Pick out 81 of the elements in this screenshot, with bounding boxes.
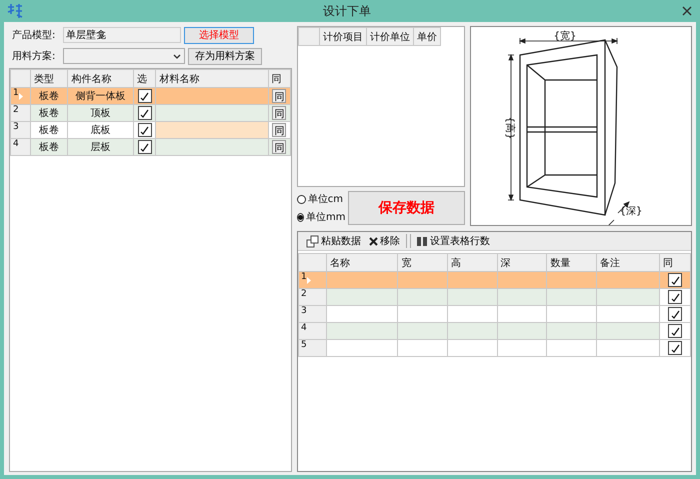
height-label: {高} xyxy=(504,116,515,140)
column-header: 数量 xyxy=(546,254,596,272)
material-plan-label: 用料方案: xyxy=(11,50,56,63)
table-cell: 顶板 xyxy=(68,104,134,122)
table-cell: 板卷 xyxy=(30,122,68,138)
table-cell: 板卷 xyxy=(30,88,68,104)
table-cell: 板卷 xyxy=(30,104,68,122)
same-button[interactable]: 同 xyxy=(272,123,286,137)
close-icon xyxy=(369,236,378,246)
row-number: 5 xyxy=(298,340,327,356)
column-header: 名称 xyxy=(326,254,398,272)
column-header: 材料名称 xyxy=(156,70,268,88)
header-cell xyxy=(10,70,30,88)
row-number: 1 xyxy=(10,88,30,104)
same-button[interactable]: 同 xyxy=(272,89,286,103)
table-cell: 层板 xyxy=(68,138,134,156)
checkbox[interactable] xyxy=(138,89,152,103)
material-cell[interactable] xyxy=(156,88,268,104)
row-number: 1 xyxy=(298,272,327,288)
table-row[interactable]: 4 板卷 层板 同 xyxy=(10,138,290,156)
column-header: 备注 xyxy=(596,254,660,272)
column-header: 高 xyxy=(447,254,498,272)
close-icon[interactable] xyxy=(682,6,692,16)
material-cell[interactable] xyxy=(156,104,268,122)
checkbox[interactable] xyxy=(668,324,682,338)
table-row[interactable]: 2 板卷 顶板 同 xyxy=(10,104,290,122)
table-row[interactable]: 3 板卷 底板 同 xyxy=(10,122,290,138)
unit-radio[interactable]: 单位mm xyxy=(297,210,343,224)
column-header: 选 xyxy=(133,70,156,88)
toolbar-button[interactable]: 移除 xyxy=(367,234,402,248)
column-header: 构件名称 xyxy=(68,70,134,88)
checkbox[interactable] xyxy=(138,106,152,120)
table-row[interactable]: 5 xyxy=(298,340,690,356)
window-title: 设计下单 xyxy=(322,2,372,20)
current-row-icon xyxy=(307,277,311,284)
toolbar-button[interactable]: 粘贴数据 xyxy=(304,234,363,248)
table-row[interactable]: 2 xyxy=(298,288,690,306)
column-header: 同 xyxy=(660,254,690,272)
columns-icon xyxy=(417,236,428,246)
row-number: 4 xyxy=(10,138,30,156)
unit-radio[interactable]: 单位cm xyxy=(297,192,343,206)
save-plan-button[interactable]: 存为用料方案 xyxy=(188,48,262,64)
table-row[interactable]: 1 板卷 侧背一体板 同 xyxy=(10,88,290,104)
row-number: 2 xyxy=(298,288,327,306)
product-model-field[interactable]: 单层壁龛 xyxy=(63,27,181,43)
checkbox[interactable] xyxy=(668,290,682,304)
checkbox[interactable] xyxy=(668,341,682,355)
column-header: 类型 xyxy=(30,70,68,88)
material-cell[interactable] xyxy=(156,122,268,138)
checkbox[interactable] xyxy=(138,123,152,137)
row-number: 3 xyxy=(298,306,327,322)
table-row[interactable]: 4 xyxy=(298,322,690,340)
same-button[interactable]: 同 xyxy=(272,140,286,154)
header-cell xyxy=(298,254,327,272)
row-number: 3 xyxy=(10,122,30,138)
table-cell: 侧背一体板 xyxy=(68,88,134,104)
table-row[interactable]: 1 xyxy=(298,272,690,288)
column-header: 计价项目 xyxy=(320,28,366,46)
column-header: 计价单位 xyxy=(366,28,414,46)
material-cell[interactable] xyxy=(156,138,268,156)
copy-icon xyxy=(306,234,319,248)
toolbar-button[interactable]: 设置表格行数 xyxy=(415,234,492,248)
depth-label: {深} xyxy=(620,206,642,217)
row-number: 4 xyxy=(298,322,327,340)
column-header: 同 xyxy=(268,70,290,88)
same-button[interactable]: 同 xyxy=(272,106,286,120)
table-cell: 板卷 xyxy=(30,138,68,156)
checkbox[interactable] xyxy=(668,307,682,321)
column-header: 单价 xyxy=(414,28,440,46)
current-row-icon xyxy=(19,93,23,100)
row-number: 2 xyxy=(10,104,30,122)
column-header: 深 xyxy=(497,254,547,272)
header-cell xyxy=(298,28,320,46)
column-header: 宽 xyxy=(398,254,448,272)
app-logo-icon xyxy=(6,3,24,19)
table-cell: 底板 xyxy=(68,122,134,138)
dropdown-caret-icon xyxy=(173,54,181,58)
checkbox[interactable] xyxy=(138,140,152,154)
product-model-label: 产品模型: xyxy=(11,28,56,42)
width-label: {宽} xyxy=(554,31,576,42)
checkbox[interactable] xyxy=(668,273,682,287)
